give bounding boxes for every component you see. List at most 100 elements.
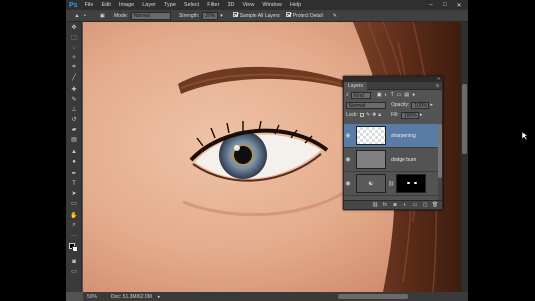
menu-3d[interactable]: 3D [227, 2, 234, 8]
pen-tool-icon[interactable]: ✒ [70, 170, 78, 177]
fill-dropdown-icon[interactable]: ▸ [420, 112, 423, 118]
layer-style-icon[interactable]: fx [382, 202, 388, 208]
mode-label: Mode: [114, 12, 128, 19]
link-layers-icon[interactable]: ⛓ [372, 202, 378, 208]
strength-label: Strength: [178, 12, 200, 19]
close-button[interactable]: ✕ [454, 1, 464, 9]
layers-scrollbar[interactable] [438, 124, 442, 202]
sharpen-tool-icon[interactable]: ▲ [72, 13, 82, 19]
status-bar: 50% Doc: 51.3M/62.0M ▸ [83, 292, 468, 301]
move-tool-icon[interactable]: ✥ [70, 24, 78, 31]
opacity-input[interactable]: 100% [411, 101, 430, 109]
layers-scroll-thumb[interactable] [438, 124, 442, 178]
filter-pixel-icon[interactable]: ▣ [377, 92, 382, 98]
filter-shape-icon[interactable]: ▭ [397, 92, 402, 98]
lock-all-icon[interactable]: 🔒︎ [378, 112, 381, 118]
vertical-scroll-thumb[interactable] [462, 84, 467, 154]
new-layer-icon[interactable]: ▢ [422, 202, 428, 208]
sample-all-layers-label: Sample All Layers [239, 12, 280, 19]
opacity-dropdown-icon[interactable]: ▸ [430, 102, 433, 108]
fill-input[interactable]: 100% [400, 111, 419, 119]
menu-file[interactable]: File [85, 2, 94, 8]
sharpen-tool-icon[interactable]: ▲ [70, 148, 78, 155]
mode-select[interactable]: Normal [130, 11, 171, 20]
shape-tool-icon[interactable]: ▭ [70, 200, 78, 207]
eraser-tool-icon[interactable]: ▰ [70, 126, 78, 133]
horizontal-scroll-thumb[interactable] [338, 294, 408, 299]
collapse-icon[interactable]: » [437, 76, 440, 82]
lock-image-icon[interactable]: ✎ [366, 112, 370, 118]
menu-select[interactable]: Select [184, 2, 199, 8]
menu-type[interactable]: Type [164, 2, 176, 8]
gradient-tool-icon[interactable]: ▤ [70, 136, 78, 143]
add-mask-icon[interactable]: ◙ [392, 202, 398, 208]
options-bar: ▲ • ▣ Mode: Normal Strength: 20% ▾ Sampl… [66, 10, 468, 22]
lasso-tool-icon[interactable]: ◌ [70, 44, 78, 51]
protect-detail-checkbox[interactable] [285, 12, 293, 19]
quick-select-tool-icon[interactable]: ✧ [70, 54, 78, 61]
panel-menu-icon[interactable]: ≡ [436, 83, 439, 89]
dodge-tool-icon[interactable]: ● [70, 158, 78, 165]
visibility-eye-icon[interactable]: ◉ [344, 172, 352, 196]
layer-mask-thumbnail[interactable] [396, 174, 427, 193]
adjustment-layer-icon: ☯ [356, 174, 386, 193]
layer-row-dodge-burn[interactable]: ◉ dodge burn [344, 148, 438, 172]
lock-label: Lock: [346, 112, 358, 118]
brush-panel-icon[interactable]: ▣ [100, 13, 108, 19]
menu-edit[interactable]: Edit [101, 2, 110, 8]
layers-panel: » Layers ≡ ⌕ Kind ▣ ◐ T ▭ ▤ ● Normal Opa… [343, 76, 443, 210]
eyedropper-tool-icon[interactable]: ╱ [70, 74, 78, 81]
clone-stamp-tool-icon[interactable]: ⊥ [70, 106, 78, 113]
hand-tool-icon[interactable]: ✋ [70, 212, 78, 219]
layer-thumbnail [356, 126, 386, 145]
marquee-tool-icon[interactable]: ⬚ [70, 34, 78, 41]
healing-tool-icon[interactable]: ✚ [70, 86, 78, 93]
filter-toggle-icon[interactable]: ● [412, 92, 415, 98]
new-adjustment-icon[interactable]: ◐ [402, 202, 408, 208]
sample-all-layers-checkbox[interactable] [232, 12, 240, 19]
path-select-tool-icon[interactable]: ➤ [70, 190, 78, 197]
zoom-tool-icon[interactable]: ⌕ [70, 222, 78, 229]
layer-name: sharpening [391, 132, 416, 139]
filter-adjustment-icon[interactable]: ◐ [385, 92, 388, 98]
minimize-button[interactable]: – [426, 1, 436, 9]
history-brush-tool-icon[interactable]: ↺ [70, 116, 78, 123]
menu-image[interactable]: Image [119, 2, 134, 8]
menu-layer[interactable]: Layer [142, 2, 156, 8]
layer-row-sharpening[interactable]: ◉ sharpening [344, 124, 438, 148]
quick-mask-icon[interactable]: ◙ [70, 258, 78, 265]
layer-row-adjustment[interactable]: ◉ ☯ ⛓ [344, 172, 438, 196]
screen-mode-icon[interactable]: ▭ [70, 268, 78, 275]
menu-filter[interactable]: Filter [207, 2, 219, 8]
new-group-icon[interactable]: ▭ [412, 202, 418, 208]
strength-dropdown-icon[interactable]: ▾ [220, 13, 223, 19]
brush-preset-icon[interactable]: • [84, 13, 92, 19]
background-color-swatch[interactable] [72, 246, 78, 252]
blend-mode-select[interactable]: Normal [346, 101, 386, 109]
crop-tool-icon[interactable]: ⌗ [70, 64, 78, 71]
strength-input[interactable]: 20% [202, 11, 219, 20]
filter-smart-object-icon[interactable]: ▤ [404, 92, 409, 98]
menu-view[interactable]: View [242, 2, 254, 8]
extra-tools-icon[interactable]: ··· [70, 232, 78, 239]
delete-layer-icon[interactable]: 🗑︎ [432, 202, 438, 208]
vertical-scrollbar[interactable] [461, 22, 468, 292]
brush-tool-icon[interactable]: ✎ [70, 96, 78, 103]
lock-position-icon[interactable]: ✥ [372, 112, 376, 118]
filter-kind-select[interactable]: Kind [350, 91, 371, 99]
visibility-eye-icon[interactable]: ◉ [344, 148, 352, 172]
status-menu-arrow-icon[interactable]: ▸ [158, 294, 161, 300]
lock-transparent-icon[interactable] [359, 113, 364, 117]
visibility-eye-icon[interactable]: ◉ [344, 124, 352, 148]
tab-layers[interactable]: Layers [344, 81, 368, 90]
document-size: Doc: 51.3M/62.0M [111, 293, 152, 300]
zoom-level[interactable]: 50% [87, 294, 97, 300]
menu-window[interactable]: Window [262, 2, 282, 8]
maximize-button[interactable]: □ [440, 1, 450, 9]
filter-type-icon[interactable]: T [391, 92, 394, 98]
pressure-icon[interactable]: ✎ [333, 13, 337, 19]
filter-row: ⌕ Kind ▣ ◐ T ▭ ▤ ● [344, 90, 442, 100]
type-tool-icon[interactable]: T [70, 180, 78, 187]
checkbox-icon [285, 12, 291, 17]
menu-help[interactable]: Help [290, 2, 301, 8]
